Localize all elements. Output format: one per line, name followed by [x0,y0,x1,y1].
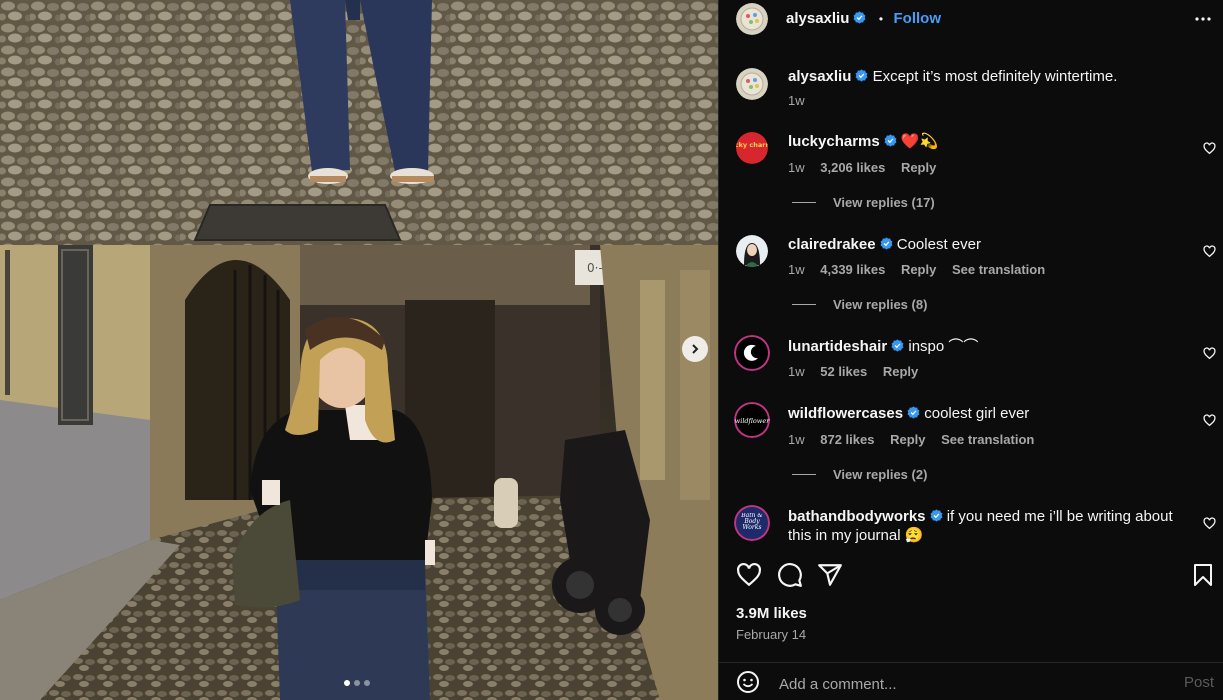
commenter-avatar[interactable]: Bath & Body Works [734,505,770,541]
reply-button[interactable]: Reply [901,160,936,175]
commenter-avatar[interactable] [736,235,768,267]
see-translation-button[interactable]: See translation [941,432,1034,447]
verified-badge-icon [884,134,897,147]
comment-timestamp: 1w [788,432,805,447]
carousel-dot [354,680,360,686]
post-actions-bar [719,562,1223,592]
post-media[interactable]: 0·-□ [0,0,718,700]
heart-icon[interactable] [1203,245,1216,258]
comment-text: ❤️💫 [900,133,939,150]
comment-username[interactable]: clairedrakee [788,236,876,253]
follow-button[interactable]: Follow [894,10,942,27]
verified-badge-icon [853,11,866,24]
chevron-right-icon [692,344,699,354]
comment-text: Coolest ever [896,236,981,253]
carousel-indicator [344,680,370,686]
reply-button[interactable]: Reply [901,262,936,277]
header-separator: • [878,12,884,26]
post-details-panel: alysaxliu • Follow alysaxliu Except it’s… [718,0,1223,700]
caption-username[interactable]: alysaxliu [788,68,851,85]
view-replies-button[interactable]: View replies (8) [792,297,927,312]
avatar-logo-text: lucky charms [736,141,768,149]
emoji-icon[interactable] [736,670,760,694]
post-date: February 14 [736,627,807,642]
commenter-avatar[interactable] [734,335,770,371]
verified-badge-icon [891,339,904,352]
verified-badge-icon [880,237,893,250]
comment-timestamp: 1w [788,364,805,379]
verified-badge-icon [855,69,868,82]
verified-badge-icon [907,406,920,419]
carousel-next-button[interactable] [682,336,708,362]
post-comment-button[interactable]: Post [1184,674,1214,691]
avatar-logo-text: Bath & Body Works [741,513,763,532]
commenter-avatar[interactable]: wildflower [734,402,770,438]
view-replies-button[interactable]: View replies (17) [792,195,935,210]
author-username[interactable]: alysaxliu [786,10,849,27]
caption-text: Except it’s most definitely wintertime. [872,68,1118,85]
comment-text: inspo ⌒⌒ [908,338,979,355]
share-icon[interactable] [817,562,843,588]
carousel-dot-active [344,680,350,686]
heart-icon[interactable] [736,562,762,588]
comment-text: coolest girl ever [924,405,1030,422]
heart-icon[interactable] [1203,517,1216,530]
comment-likes[interactable]: 52 likes [820,364,867,379]
more-options-icon[interactable] [1194,10,1212,28]
comment-username[interactable]: lunartideshair [788,338,887,355]
view-replies-label: View replies (8) [833,297,928,312]
post-like-count[interactable]: 3.9M likes [736,605,807,622]
heart-icon[interactable] [1203,347,1216,360]
post-header: alysaxliu • Follow [719,0,1223,38]
caption-timestamp: 1w [788,93,805,108]
comment-username[interactable]: wildflowercases [788,405,903,422]
see-translation-button[interactable]: See translation [952,262,1045,277]
heart-icon[interactable] [1203,414,1216,427]
comment-username[interactable]: luckycharms [788,133,880,150]
comment-input[interactable] [777,672,1161,696]
post-photo: 0·-□ [0,0,718,700]
carousel-dot [364,680,370,686]
comment-likes[interactable]: 872 likes [820,432,874,447]
comment-timestamp: 1w [788,262,805,277]
caption-author-avatar[interactable] [736,68,768,100]
bookmark-icon[interactable] [1191,562,1215,588]
comment-likes[interactable]: 4,339 likes [820,262,885,277]
view-replies-label: View replies (2) [833,467,928,482]
reply-button[interactable]: Reply [883,364,918,379]
comment-icon[interactable] [777,562,803,588]
view-replies-button[interactable]: View replies (2) [792,467,927,482]
view-replies-label: View replies (17) [833,195,935,210]
verified-badge-icon [930,509,942,522]
reply-button[interactable]: Reply [890,432,925,447]
comment-likes[interactable]: 3,206 likes [820,160,885,175]
heart-icon[interactable] [1203,142,1216,155]
add-comment-bar: Post [719,662,1223,700]
author-avatar[interactable] [736,3,768,35]
comment-username[interactable]: bathandbodyworks [788,508,926,525]
commenter-avatar[interactable]: lucky charms [736,132,768,164]
comment-timestamp: 1w [788,160,805,175]
avatar-logo-text: wildflower [735,417,770,425]
